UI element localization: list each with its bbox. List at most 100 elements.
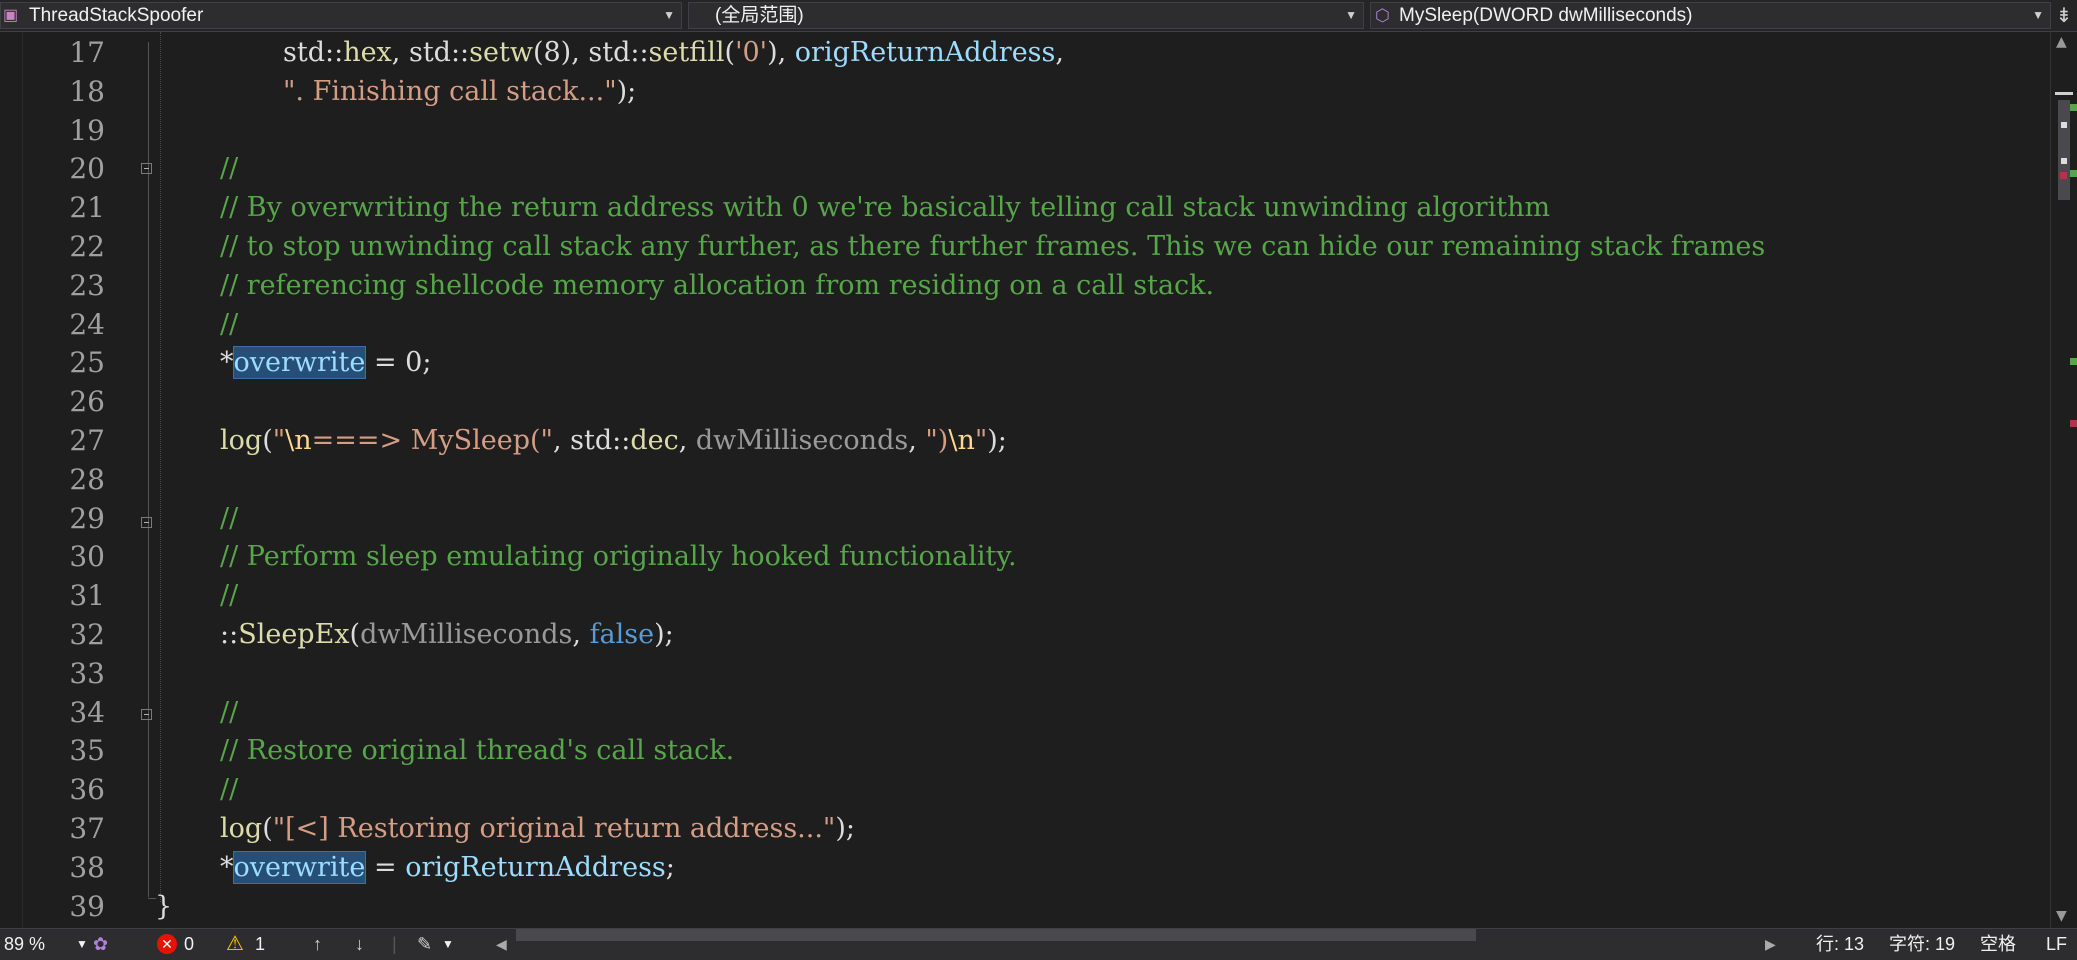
warning-count[interactable]: 1 [255,929,265,959]
code-token: SleepEx [238,619,350,650]
line-number: 28 [69,462,105,496]
line-number: 18 [69,74,105,108]
line-number: 31 [69,579,105,613]
code-token: ( [724,37,736,68]
line-number: 34 [69,695,105,729]
code-token: * [220,347,234,379]
split-window-icon[interactable]: ⇟ [2051,0,2077,31]
code-line[interactable]: // [220,306,238,344]
code-line[interactable]: // [220,150,238,188]
code-token: origReturnAddress [794,37,1056,68]
code-token: // to stop unwinding call stack any furt… [220,231,1766,262]
line-number: 33 [69,656,105,690]
line-number: 24 [69,307,105,341]
vertical-scrollbar[interactable]: ▲ ▼ [2050,32,2077,928]
code-line[interactable]: log("[<] Restoring original return addre… [220,810,855,848]
char-indicator[interactable]: 字符: 19 [1889,929,1955,959]
warning-icon: ⚠ [226,933,244,955]
line-number: 23 [69,268,105,302]
line-number: 36 [69,773,105,807]
zoom-level[interactable]: 89 % [4,929,45,959]
project-dropdown[interactable]: ▣ ThreadStackSpoofer ▼ [0,2,682,29]
code-cleanup-dropdown-icon[interactable]: ▼ [442,929,454,959]
code-token: , std:: [391,37,470,68]
code-token: // referencing shellcode memory allocati… [220,269,1215,301]
line-ending-indicator[interactable]: LF [2046,929,2067,959]
line-number: 22 [69,230,105,263]
member-dropdown[interactable]: ⬡ MySleep(DWORD dwMilliseconds) ▼ [1370,2,2051,29]
code-line[interactable]: // to stop unwinding call stack any furt… [220,228,1765,266]
line-number: 29 [69,501,105,535]
code-line[interactable]: ::SleepEx(dwMilliseconds, false); [220,616,674,654]
line-number: 25 [69,346,105,380]
code-token: dwMilliseconds [695,425,909,456]
code-token: " [272,425,286,456]
indicator-margin [0,32,23,928]
code-line[interactable]: // [220,500,238,538]
code-token: , [1055,37,1064,68]
change-marker [2070,104,2077,111]
intellicode-icon[interactable]: ✿ [93,929,108,959]
error-count[interactable]: 0 [184,929,194,959]
code-token: // [220,696,239,728]
code-line[interactable]: // referencing shellcode memory allocati… [220,267,1214,305]
code-token: * [220,851,234,883]
line-number: 30 [69,540,105,574]
previous-issue-icon[interactable]: ↑ [313,929,322,959]
chevron-down-icon: ▼ [1345,8,1357,22]
code-token: ( [262,425,273,456]
code-line[interactable]: // [220,771,238,809]
collapse-toggle-20[interactable] [141,163,152,174]
horizontal-scrollbar[interactable] [506,929,1764,941]
code-line[interactable]: // Restore original thread's call stack. [220,732,734,770]
code-line[interactable]: // [220,577,238,615]
code-token: // By overwriting the return address wit… [220,192,1551,224]
code-line[interactable]: // By overwriting the return address wit… [220,189,1550,227]
code-token: origReturnAddress [405,851,666,883]
collapse-toggle-34[interactable] [141,709,152,720]
method-icon: ⬡ [1375,6,1390,25]
highlight-marker [2061,158,2067,164]
collapse-toggle-29[interactable] [141,517,152,528]
code-token: :: [220,619,239,650]
code-editor[interactable]: 17 std::hex, std::setw(8), std::setfill('… [0,32,2050,928]
scroll-down-icon[interactable]: ▼ [2056,908,2067,924]
line-number: 20 [69,152,105,186]
code-line[interactable]: std::hex, std::setw(8), std::setfill('0'… [283,34,1064,72]
scope-dropdown[interactable]: (全局范围) ▼ [688,2,1364,29]
code-line[interactable]: } [155,888,172,926]
zoom-dropdown-icon[interactable]: ▼ [76,929,88,959]
highlight-marker [2061,122,2067,128]
error-marker [2070,420,2077,427]
horizontal-scroll-thumb[interactable] [516,929,1476,941]
navigation-bar: ▣ ThreadStackSpoofer ▼ (全局范围) ▼ ⬡ MySlee… [0,0,2077,32]
line-number: 37 [69,812,105,845]
scope-label: (全局范围) [715,5,804,26]
code-token: // [220,580,239,612]
code-token: ( [349,619,361,650]
indent-guide [160,32,161,902]
project-icon: ▣ [3,7,19,24]
status-bar: 89 % ▼ ✿ ✕ 0 ⚠ 1 ↑ ↓ | ✎ ▼ ◀ ▶ 行: 13 字符:… [0,928,2077,960]
member-label: MySleep(DWORD dwMilliseconds) [1399,5,1693,26]
code-token: ), [767,37,795,68]
code-token: ". Finishing call stack..." [283,75,617,107]
code-token: (8), std:: [532,37,649,68]
scroll-right-icon[interactable]: ▶ [1765,929,1776,959]
next-issue-icon[interactable]: ↓ [355,929,364,959]
code-line[interactable]: ". Finishing call stack..."); [283,73,636,111]
code-line[interactable]: // Perform sleep emulating originally ho… [220,538,1017,576]
code-token: setw [469,37,533,68]
whitespace-indicator[interactable]: 空格 [1980,929,2016,959]
code-token: , [572,619,590,650]
code-line[interactable]: *overwrite = origReturnAddress; [220,849,675,887]
code-line[interactable]: *overwrite = 0; [220,344,431,382]
line-number: 26 [69,385,105,419]
line-indicator[interactable]: 行: 13 [1816,929,1864,959]
code-cleanup-icon[interactable]: ✎ [417,929,432,959]
code-line[interactable]: log("\n===> MySleep(", std::dec, dwMilli… [220,422,1007,460]
scroll-thumb[interactable] [2058,100,2070,200]
scroll-up-icon[interactable]: ▲ [2056,34,2067,50]
code-token: " [974,425,988,456]
code-line[interactable]: // [220,694,238,732]
